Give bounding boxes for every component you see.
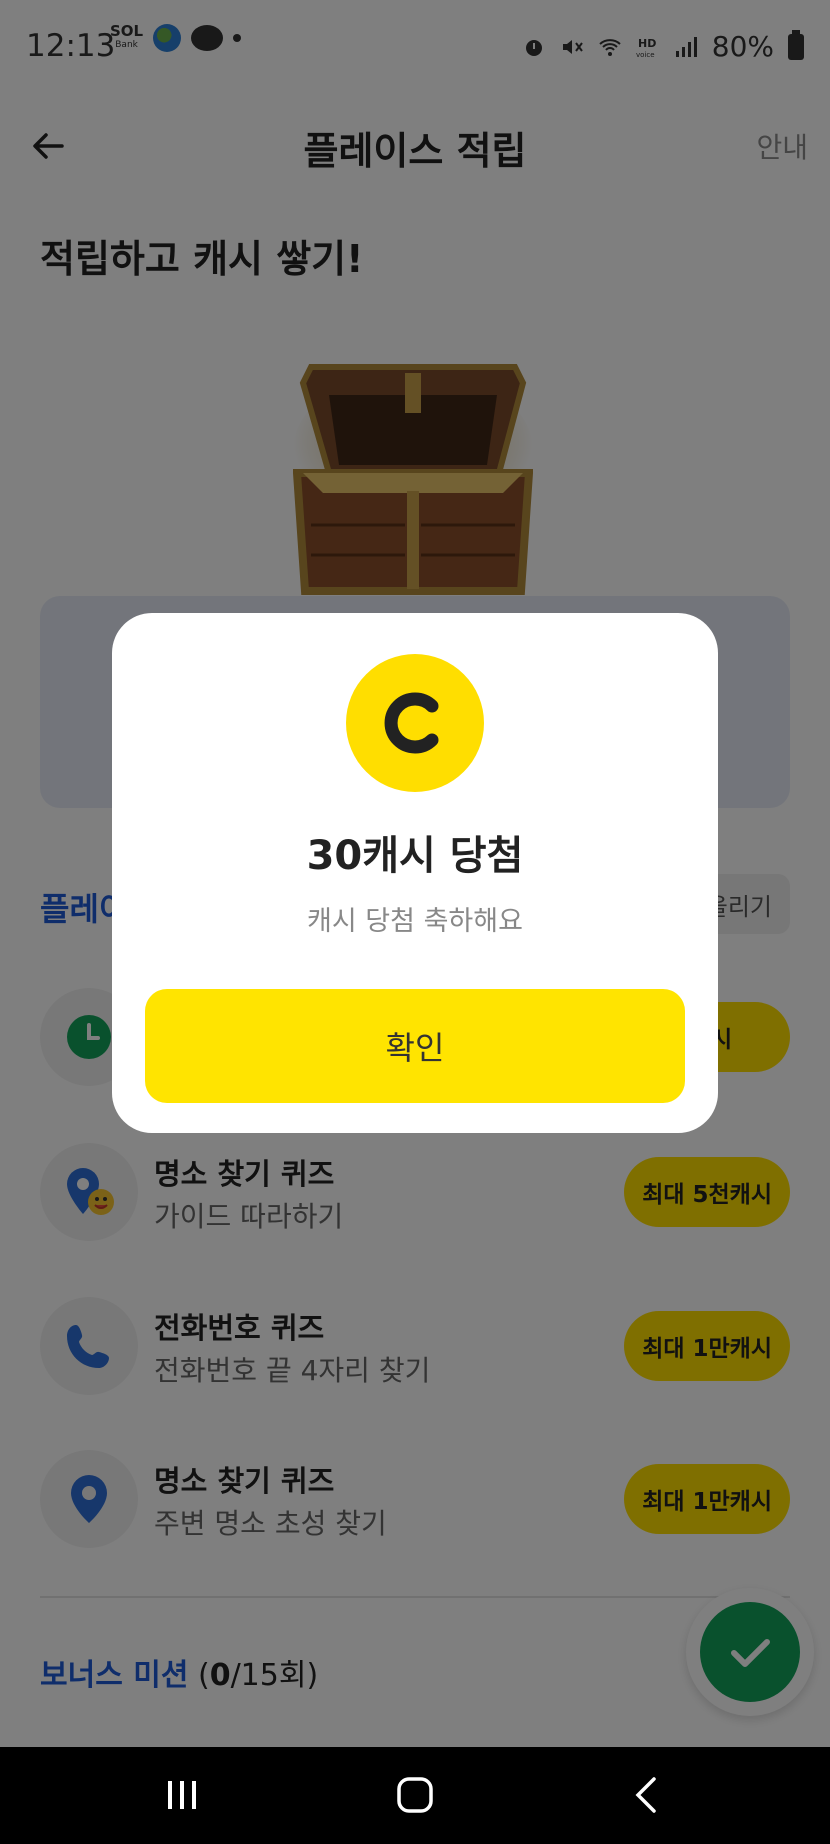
home-icon[interactable]: [393, 1773, 437, 1817]
modal-subtitle: 캐시 당첨 축하해요: [307, 906, 523, 937]
recent-apps-icon[interactable]: [160, 1773, 204, 1817]
confirm-button[interactable]: 확인: [145, 989, 685, 1103]
coin-c-letter: [384, 692, 439, 754]
modal-title: 30캐시 당첨: [306, 833, 524, 879]
reward-modal: 30캐시 당첨 캐시 당첨 축하해요 확인: [112, 613, 718, 1133]
cash-coin-icon: [346, 654, 484, 792]
system-nav-bar: [0, 1747, 830, 1844]
back-nav-icon[interactable]: [626, 1773, 670, 1817]
